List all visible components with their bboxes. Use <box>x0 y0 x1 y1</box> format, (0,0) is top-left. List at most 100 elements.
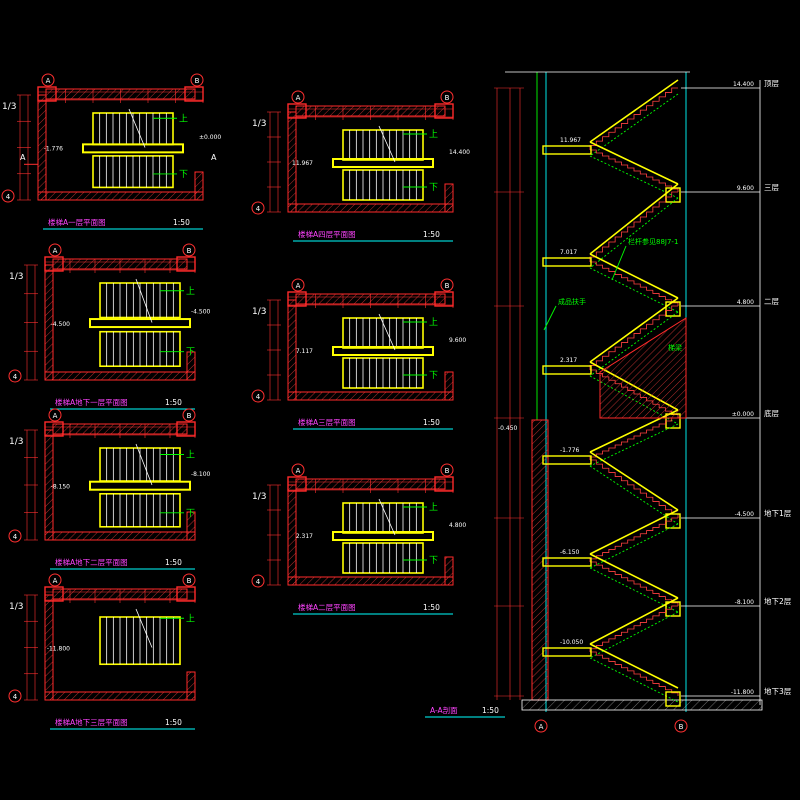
axis-label: A <box>46 77 51 85</box>
direction-arrow-label: 下 <box>186 509 195 519</box>
direction-arrow-label: 下 <box>429 556 438 566</box>
wall-top <box>295 293 446 305</box>
level-value: 2.317 <box>296 533 313 540</box>
level-value: 9.600 <box>449 337 466 344</box>
section-title: A-A剖面 <box>430 705 458 715</box>
direction-arrow-label: 上 <box>429 129 438 140</box>
axis-label: 4 <box>256 578 261 586</box>
wall-bottom <box>44 531 196 541</box>
basement-wall <box>531 419 549 701</box>
axis-label: 4 <box>256 205 261 213</box>
floor-label: 二层 <box>764 297 779 306</box>
axis-label: 4 <box>13 373 18 381</box>
direction-arrow-label: 上 <box>179 113 188 124</box>
direction-arrow-label: 下 <box>179 170 188 180</box>
plan-scale: 1:50 <box>165 398 182 407</box>
plan-title: 楼梯A地下一层平面图 <box>55 397 128 407</box>
note-railing: 栏杆参见88J7-1 <box>628 237 678 246</box>
direction-arrow-label: 上 <box>186 286 195 297</box>
level-value: -11.800 <box>47 646 70 653</box>
floor-elevation: -4.500 <box>735 511 755 518</box>
axis-label: A <box>296 467 301 475</box>
plan-scale: 1:50 <box>165 718 182 727</box>
level-value: 4.800 <box>449 522 466 529</box>
axis-label-left: 1/3 <box>2 102 16 112</box>
floor-elevation: 9.600 <box>737 185 754 192</box>
direction-arrow-label: 下 <box>186 348 195 358</box>
direction-arrow-label: 下 <box>429 183 438 193</box>
floor-elevation: 14.400 <box>733 81 754 88</box>
level-value: -4.500 <box>191 308 211 315</box>
floor-label: 顶层 <box>764 79 779 88</box>
floor-label: 三层 <box>764 183 779 192</box>
level-value: 14.400 <box>449 149 470 156</box>
wall-right <box>194 171 204 201</box>
wall-right <box>186 671 196 701</box>
wall-bottom <box>287 391 454 401</box>
floor-elevation: 4.800 <box>737 299 754 306</box>
wall-bottom <box>44 371 196 381</box>
wall-left <box>287 484 297 586</box>
wall-bottom <box>287 203 454 213</box>
axis-label: A <box>53 412 58 420</box>
plan-scale: 1:50 <box>173 218 190 227</box>
axis-label: B <box>445 94 450 102</box>
level-value: -4.500 <box>51 321 71 328</box>
section-mark: A <box>20 153 26 162</box>
axis-label: A <box>539 723 544 731</box>
plan-title: 楼梯A地下三层平面图 <box>55 717 128 727</box>
axis-label: A <box>296 282 301 290</box>
axis-label: B <box>187 412 192 420</box>
level-value: -1.776 <box>44 146 64 153</box>
landing-level: -6.150 <box>560 549 580 556</box>
plan-scale: 1:50 <box>423 230 440 239</box>
direction-arrow-label: 下 <box>429 371 438 381</box>
direction-arrow-label: 上 <box>186 613 195 624</box>
side-level: -0.450 <box>498 425 518 432</box>
note-beam: 梯梁 <box>668 343 682 352</box>
floor-elevation: -8.100 <box>735 599 755 606</box>
wall-bottom <box>44 691 196 701</box>
wall-top <box>52 258 188 270</box>
axis-label: A <box>53 247 58 255</box>
wall-right <box>444 183 454 213</box>
level-value: -8.100 <box>191 471 211 478</box>
foundation-slab <box>521 699 763 711</box>
plan-title: 楼梯A地下二层平面图 <box>55 557 128 567</box>
axis-label: B <box>187 577 192 585</box>
axis-label-left: 1/3 <box>252 492 266 502</box>
wall-top <box>52 588 188 600</box>
axis-label-left: 1/3 <box>9 272 23 282</box>
level-value: 11.967 <box>292 160 313 167</box>
wall-top <box>295 478 446 490</box>
landing-level: 2.317 <box>560 357 577 364</box>
direction-arrow-label: 上 <box>429 317 438 328</box>
floor-label: 地下1层 <box>764 508 792 518</box>
plan-scale: 1:50 <box>423 603 440 612</box>
level-value: 7.117 <box>296 348 313 355</box>
axis-label-left: 1/3 <box>9 602 23 612</box>
axis-label: 4 <box>13 693 18 701</box>
section-scale: 1:50 <box>482 706 499 715</box>
floor-label: 地下3层 <box>764 686 792 696</box>
level-value: ±0.000 <box>199 134 221 141</box>
wall-bottom <box>37 191 204 201</box>
note-handrail: 成品扶手 <box>558 297 586 306</box>
axis-label-left: 1/3 <box>9 437 23 447</box>
wall-top <box>295 105 446 117</box>
plan-scale: 1:50 <box>423 418 440 427</box>
landing-level: -10.050 <box>560 639 583 646</box>
floor-label: 底层 <box>764 408 779 418</box>
axis-label: 4 <box>6 193 11 201</box>
plan-scale: 1:50 <box>165 558 182 567</box>
axis-label-left: 1/3 <box>252 307 266 317</box>
landing-level: -1.776 <box>560 447 580 454</box>
axis-label: A <box>53 577 58 585</box>
floor-label: 地下2层 <box>764 596 792 606</box>
direction-arrow-label: 上 <box>429 502 438 513</box>
direction-arrow-label: 上 <box>186 450 195 461</box>
floor-elevation: ±0.000 <box>732 411 754 418</box>
wall-top <box>45 88 196 100</box>
plan-title: 楼梯A二层平面图 <box>298 602 356 612</box>
plan-title: 楼梯A三层平面图 <box>298 417 356 427</box>
